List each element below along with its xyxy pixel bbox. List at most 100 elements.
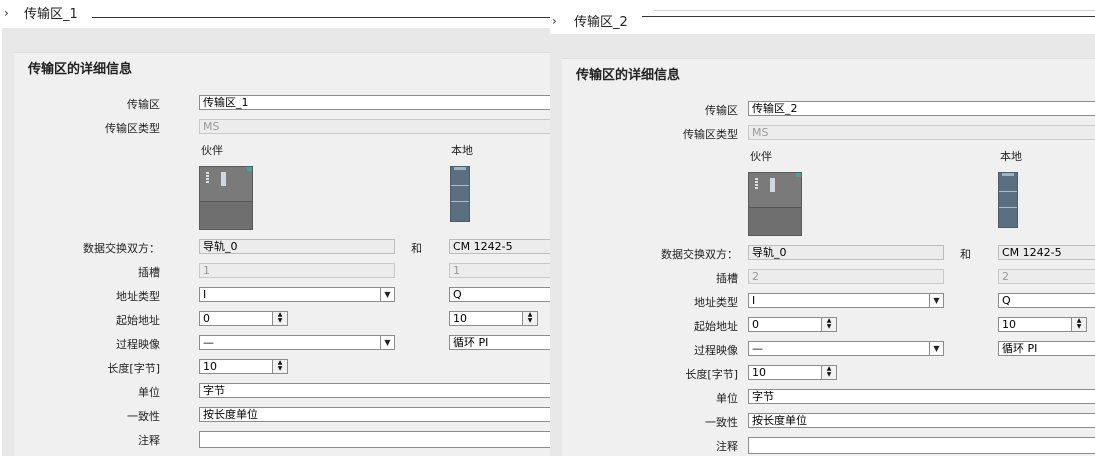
local-start-address-stepper[interactable]: 10 ▲ ▼ bbox=[998, 317, 1087, 332]
label-process-image: 过程映像 bbox=[694, 344, 738, 357]
local-module-image bbox=[998, 172, 1018, 228]
partner-exchange-field: 导轨_0 bbox=[748, 245, 944, 260]
panel-body: 传输区的详细信息 传输区 传输区_2 传输区类型 MS 伙伴 本地 数据交换双方… bbox=[550, 34, 1095, 456]
column-header-partner: 伙伴 bbox=[750, 150, 772, 163]
transfer-area-name-input[interactable]: 传输区_2 bbox=[748, 101, 1095, 116]
unit-select[interactable]: 字节 bbox=[199, 383, 550, 398]
partner-start-address-value: 0 bbox=[752, 318, 759, 331]
partner-process-image-value: — bbox=[203, 336, 214, 349]
partner-start-address-stepper[interactable]: 0 ▲ ▼ bbox=[199, 311, 288, 326]
details-section: 传输区的详细信息 传输区 传输区_2 传输区类型 MS 伙伴 本地 数据交换双方… bbox=[562, 58, 1095, 456]
label-data-exchange: 数据交换双方： bbox=[83, 242, 160, 255]
length-stepper[interactable]: 10 ▲ ▼ bbox=[199, 359, 288, 374]
dropdown-arrow-icon[interactable]: ▼ bbox=[380, 288, 394, 301]
transfer-area-type-field: MS bbox=[199, 119, 550, 134]
partner-process-image-select[interactable]: — ▼ bbox=[748, 341, 944, 356]
label-consistency: 一致性 bbox=[127, 410, 160, 423]
label-address-type: 地址类型 bbox=[694, 296, 738, 309]
partner-process-image-value: — bbox=[752, 342, 763, 355]
local-start-address-value: 10 bbox=[453, 312, 467, 325]
consistency-select[interactable]: 按长度单位 bbox=[748, 413, 1095, 428]
transfer-area-type-field: MS bbox=[748, 125, 1095, 140]
local-module-image bbox=[450, 166, 470, 222]
dropdown-arrow-icon[interactable]: ▼ bbox=[929, 294, 943, 307]
length-value: 10 bbox=[203, 360, 217, 373]
label-start-address: 起始地址 bbox=[694, 320, 738, 333]
label-unit: 单位 bbox=[716, 392, 738, 405]
label-unit: 单位 bbox=[138, 386, 160, 399]
local-address-type-select[interactable]: Q bbox=[998, 293, 1095, 308]
and-label: 和 bbox=[960, 248, 971, 261]
section-title: 传输区的详细信息 bbox=[576, 68, 681, 83]
section-title: 传输区的详细信息 bbox=[28, 62, 133, 77]
label-comment: 注释 bbox=[716, 440, 738, 453]
column-header-local: 本地 bbox=[451, 144, 473, 157]
column-header-local: 本地 bbox=[1000, 150, 1022, 163]
consistency-select[interactable]: 按长度单位 bbox=[199, 407, 550, 422]
partner-address-type-select[interactable]: I ▼ bbox=[199, 287, 395, 302]
label-start-address: 起始地址 bbox=[116, 314, 160, 327]
label-transfer-area: 传输区 bbox=[127, 98, 160, 111]
partner-start-address-value: 0 bbox=[203, 312, 210, 325]
label-consistency: 一致性 bbox=[705, 416, 738, 429]
spinner-arrows-icon[interactable]: ▲ ▼ bbox=[272, 360, 287, 373]
partner-exchange-field: 导轨_0 bbox=[199, 239, 395, 254]
local-process-image-select[interactable]: 循环 PI bbox=[449, 335, 550, 350]
partner-process-image-select[interactable]: — ▼ bbox=[199, 335, 395, 350]
partner-slot-field: 1 bbox=[199, 263, 395, 278]
transfer-area-name-input[interactable]: 传输区_1 bbox=[199, 95, 550, 110]
panel-title: 传输区_2 bbox=[574, 15, 628, 30]
panel-title: 传输区_1 bbox=[24, 7, 78, 22]
partner-start-address-stepper[interactable]: 0 ▲ ▼ bbox=[748, 317, 837, 332]
chevron-right-icon[interactable]: › bbox=[552, 14, 557, 28]
spinner-arrows-icon[interactable]: ▲ ▼ bbox=[821, 366, 836, 379]
partner-address-type-value: I bbox=[752, 294, 756, 307]
length-value: 10 bbox=[752, 366, 766, 379]
partner-module-image bbox=[199, 166, 253, 230]
panel-body: 传输区的详细信息 传输区 传输区_1 传输区类型 MS 伙伴 本地 数据交换双方… bbox=[2, 28, 550, 456]
label-transfer-area: 传输区 bbox=[705, 104, 738, 117]
spinner-arrows-icon[interactable]: ▲ ▼ bbox=[522, 312, 537, 325]
label-process-image: 过程映像 bbox=[116, 338, 160, 351]
panel-header: › 传输区_1 bbox=[0, 0, 550, 28]
spinner-arrows-icon[interactable]: ▲ ▼ bbox=[272, 312, 287, 325]
local-start-address-stepper[interactable]: 10 ▲ ▼ bbox=[449, 311, 538, 326]
spinner-arrows-icon[interactable]: ▲ ▼ bbox=[1071, 318, 1086, 331]
label-address-type: 地址类型 bbox=[116, 290, 160, 303]
spinner-arrows-icon[interactable]: ▲ ▼ bbox=[821, 318, 836, 331]
details-section: 传输区的详细信息 传输区 传输区_1 传输区类型 MS 伙伴 本地 数据交换双方… bbox=[14, 52, 550, 456]
comment-input[interactable] bbox=[748, 437, 1095, 454]
column-header-partner: 伙伴 bbox=[201, 144, 223, 157]
local-exchange-field: CM 1242-5 bbox=[998, 245, 1095, 260]
unit-select[interactable]: 字节 bbox=[748, 389, 1095, 404]
local-slot-field: 2 bbox=[998, 269, 1095, 284]
label-slot: 插槽 bbox=[716, 272, 738, 285]
transfer-area-1-panel: › 传输区_1 传输区的详细信息 传输区 传输区_1 传输区类型 MS 伙伴 本… bbox=[0, 0, 550, 456]
header-divider bbox=[92, 17, 550, 18]
panel-header: › 传输区_2 bbox=[550, 8, 1095, 36]
dropdown-arrow-icon[interactable]: ▼ bbox=[380, 336, 394, 349]
local-start-address-value: 10 bbox=[1002, 318, 1016, 331]
and-label: 和 bbox=[411, 242, 422, 255]
partner-address-type-value: I bbox=[203, 288, 207, 301]
local-process-image-select[interactable]: 循环 PI bbox=[998, 341, 1095, 356]
chevron-right-icon[interactable]: › bbox=[4, 6, 9, 20]
label-slot: 插槽 bbox=[138, 266, 160, 279]
local-slot-field: 1 bbox=[449, 263, 550, 278]
partner-module-image bbox=[748, 172, 802, 236]
partner-slot-field: 2 bbox=[748, 269, 944, 284]
local-address-type-select[interactable]: Q bbox=[449, 287, 550, 302]
label-comment: 注释 bbox=[138, 434, 160, 447]
partner-address-type-select[interactable]: I ▼ bbox=[748, 293, 944, 308]
dropdown-arrow-icon[interactable]: ▼ bbox=[929, 342, 943, 355]
label-transfer-area-type: 传输区类型 bbox=[683, 128, 738, 141]
local-exchange-field: CM 1242-5 bbox=[449, 239, 550, 254]
background-divider bbox=[654, 10, 1095, 11]
length-stepper[interactable]: 10 ▲ ▼ bbox=[748, 365, 837, 380]
label-length: 长度[字节] bbox=[107, 362, 160, 375]
comment-input[interactable] bbox=[199, 431, 550, 448]
label-length: 长度[字节] bbox=[685, 368, 738, 381]
label-transfer-area-type: 传输区类型 bbox=[105, 122, 160, 135]
header-divider bbox=[642, 16, 1095, 17]
transfer-area-2-panel: › 传输区_2 传输区的详细信息 传输区 传输区_2 传输区类型 MS 伙伴 本… bbox=[550, 0, 1095, 456]
